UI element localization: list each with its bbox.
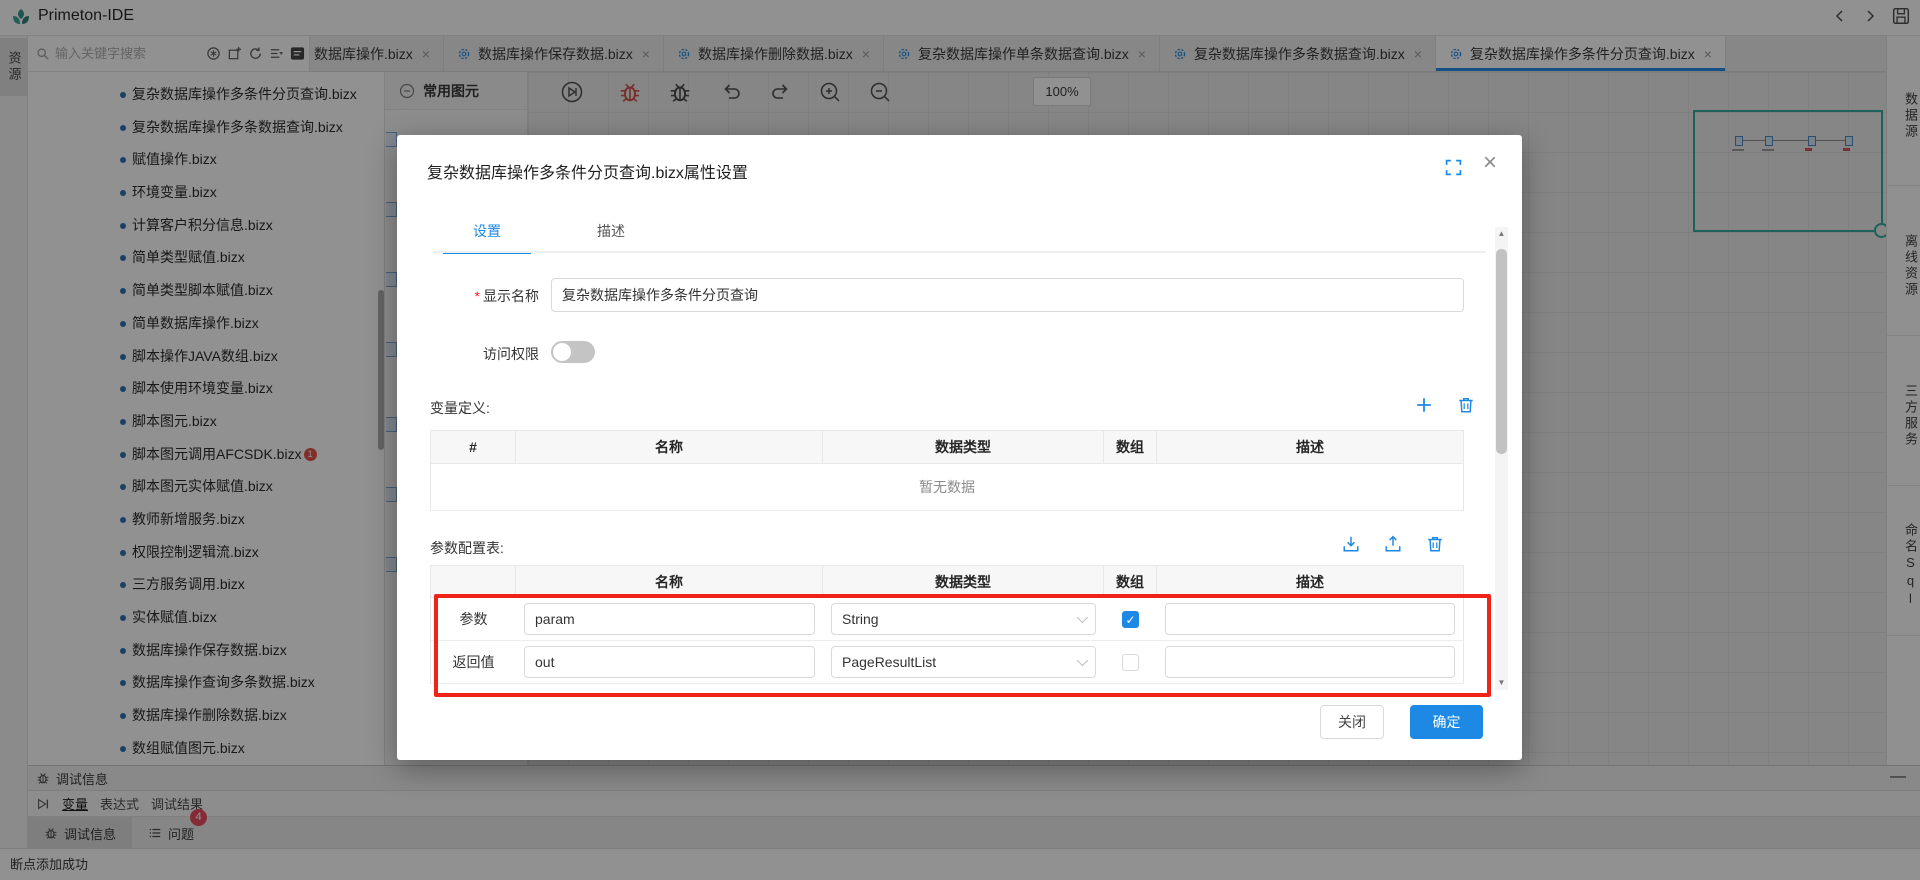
variables-table: # 名称 数据类型 数组 描述 暂无数据 <box>430 430 1464 511</box>
app-root: Primeton-IDE 资源 复杂数据库操作多条件分页查询.bizx 复杂数据… <box>0 0 1920 880</box>
dialog-title: 复杂数据库操作多条件分页查询.bizx属性设置 <box>427 159 748 183</box>
toggle-knob <box>553 343 571 361</box>
fullscreen-icon[interactable] <box>1445 159 1462 176</box>
delete-param-icon[interactable] <box>1426 535 1444 553</box>
col-header <box>431 566 516 597</box>
tab-settings[interactable]: 设置 <box>443 221 531 254</box>
col-header: 数据类型 <box>823 566 1104 597</box>
params-table: 名称 数据类型 数组 描述 参数 String ✓ 返回值 PageResult… <box>430 565 1464 684</box>
ok-button[interactable]: 确定 <box>1410 705 1483 739</box>
row-label: 返回值 <box>431 652 516 672</box>
tabs-divider <box>433 251 1486 253</box>
param-name-input[interactable] <box>524 603 815 635</box>
array-checkbox-unchecked[interactable] <box>1122 654 1139 671</box>
col-header: 描述 <box>1157 431 1463 463</box>
close-icon[interactable]: × <box>1483 149 1497 177</box>
param-type-select[interactable]: String <box>831 603 1096 635</box>
scroll-up-icon[interactable]: ▲ <box>1495 227 1508 241</box>
empty-data-text: 暂无数据 <box>431 464 1463 511</box>
col-header: 描述 <box>1157 566 1463 597</box>
param-row: 返回值 PageResultList <box>431 641 1463 684</box>
chevron-down-icon <box>1077 612 1088 623</box>
variables-section-label: 变量定义: <box>430 398 490 418</box>
param-desc-input[interactable] <box>1165 603 1455 635</box>
return-name-input[interactable] <box>524 646 815 678</box>
export-params-icon[interactable] <box>1384 535 1402 553</box>
chevron-down-icon <box>1077 655 1088 666</box>
return-desc-input[interactable] <box>1165 646 1455 678</box>
row-label: 参数 <box>431 609 516 629</box>
required-star: * <box>475 288 480 304</box>
access-toggle[interactable] <box>551 341 595 363</box>
scrollbar-thumb[interactable] <box>1496 249 1507 454</box>
col-header: 数组 <box>1104 431 1157 463</box>
params-section-label: 参数配置表: <box>430 538 504 558</box>
dialog-tabs: 设置 描述 <box>443 221 655 254</box>
col-header: 数组 <box>1104 566 1157 597</box>
close-button[interactable]: 关闭 <box>1320 705 1384 739</box>
properties-dialog: 复杂数据库操作多条件分页查询.bizx属性设置 × 设置 描述 *显示名称 访问… <box>397 135 1522 760</box>
import-params-icon[interactable] <box>1342 535 1360 553</box>
add-variable-icon[interactable] <box>1415 396 1433 414</box>
col-header: # <box>431 431 516 463</box>
access-label: 访问权限 <box>427 344 539 364</box>
dialog-scrollbar[interactable]: ▲ ▼ <box>1495 227 1508 690</box>
col-header: 数据类型 <box>823 431 1104 463</box>
col-header: 名称 <box>516 431 823 463</box>
return-type-select[interactable]: PageResultList <box>831 646 1096 678</box>
scroll-down-icon[interactable]: ▼ <box>1495 676 1508 690</box>
param-row: 参数 String ✓ <box>431 598 1463 641</box>
array-checkbox-checked[interactable]: ✓ <box>1122 611 1139 628</box>
tab-description[interactable]: 描述 <box>567 221 655 254</box>
col-header: 名称 <box>516 566 823 597</box>
delete-variable-icon[interactable] <box>1457 396 1475 414</box>
display-name-input[interactable] <box>551 278 1464 312</box>
display-name-label: *显示名称 <box>427 286 539 306</box>
